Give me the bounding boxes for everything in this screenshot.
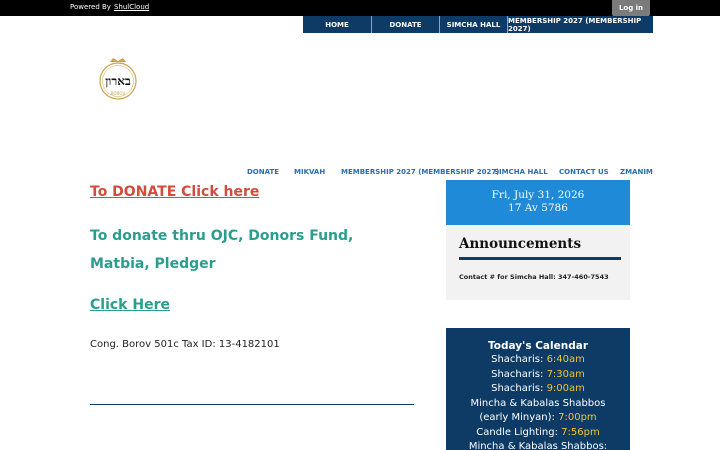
today-calendar: Today's Calendar Shacharis: 6:40am Shach… — [446, 328, 630, 450]
calendar-row-time: 6:40am — [546, 354, 585, 365]
calendar-row-label: Shacharis — [491, 383, 540, 394]
top-nav-membership[interactable]: MEMBERSHIP 2027 (MEMBERSHIP 2027) — [507, 16, 653, 33]
calendar-title: Today's Calendar — [488, 340, 588, 352]
donate-thru-heading: To donate thru OJC, Donors Fund, Matbia,… — [90, 228, 354, 272]
sub-nav-donate[interactable]: DONATE — [247, 168, 279, 176]
sub-nav-simcha-hall[interactable]: SIMCHA HALL — [494, 168, 548, 176]
calendar-row-time: 9:00am — [546, 383, 585, 394]
calendar-row-label: Shacharis — [491, 354, 540, 365]
hebrew-date: 17 Av 5786 — [508, 202, 568, 214]
logo[interactable]: בארון BOROV — [96, 55, 140, 101]
announcements-rule — [459, 257, 621, 260]
login-button[interactable]: Log in — [612, 0, 650, 16]
donate-link[interactable]: To DONATE Click here — [90, 184, 259, 200]
calendar-row-time: 7:00pm — [558, 412, 597, 423]
sub-nav-mikvah[interactable]: MIKVAH — [294, 168, 325, 176]
announcements-panel: Announcements Contact # for Simcha Hall:… — [446, 225, 630, 300]
calendar-row: Shacharis: 7:30am — [491, 368, 585, 380]
logo-subtext: BOROV — [111, 91, 126, 96]
powered-by: Powered By ShulCloud — [70, 3, 149, 11]
sub-nav-membership[interactable]: MEMBERSHIP 2027 (MEMBERSHIP 2027) — [341, 168, 499, 176]
calendar-row-time: 7:56pm — [561, 426, 600, 438]
sub-nav-contact-us[interactable]: CONTACT US — [559, 168, 609, 176]
calendar-row: Shacharis: 6:40am — [491, 354, 585, 365]
date-box: Fri, July 31, 2026 17 Av 5786 — [446, 180, 630, 225]
click-here-link[interactable]: Click Here — [90, 297, 170, 313]
tax-id-text: Cong. Borov 501c Tax ID: 13-4182101 — [90, 339, 280, 350]
logo-text: בארון — [105, 74, 131, 88]
sub-nav: DONATE MIKVAH MEMBERSHIP 2027 (MEMBERSHI… — [0, 168, 720, 178]
top-nav-donate[interactable]: DONATE — [371, 16, 439, 33]
announcement-item: Contact # for Simcha Hall: 347-460-7543 — [459, 273, 609, 281]
sub-nav-zmanim[interactable]: ZMANIM — [620, 168, 653, 176]
shulcloud-link[interactable]: ShulCloud — [114, 3, 149, 11]
top-bar: Powered By ShulCloud Log in — [0, 0, 720, 16]
announcements-title: Announcements — [459, 236, 582, 252]
calendar-row: Shacharis: 9:00am — [491, 383, 585, 394]
english-date: Fri, July 31, 2026 — [491, 189, 585, 201]
calendar-row: Mincha & Kabalas Shabbos: — [468, 441, 608, 450]
calendar-row-label: Candle Lighting — [476, 426, 555, 438]
calendar-row-label: Mincha & Kabalas Shabbos — [468, 441, 604, 450]
top-nav-home[interactable]: HOME — [303, 16, 371, 33]
calendar-row-label: Shacharis — [491, 368, 540, 380]
top-nav: HOME DONATE SIMCHA HALL MEMBERSHIP 2027 … — [303, 16, 653, 33]
content-divider — [90, 404, 414, 405]
powered-by-label: Powered By — [70, 3, 111, 11]
logo-emblem: בארון BOROV — [99, 58, 137, 100]
top-nav-simcha-hall[interactable]: SIMCHA HALL — [439, 16, 507, 33]
calendar-row: Mincha & Kabalas Shabbos (early Minyan):… — [470, 397, 606, 424]
calendar-row: Candle Lighting: 7:56pm — [476, 426, 600, 438]
calendar-row-time: 7:30am — [546, 368, 585, 380]
